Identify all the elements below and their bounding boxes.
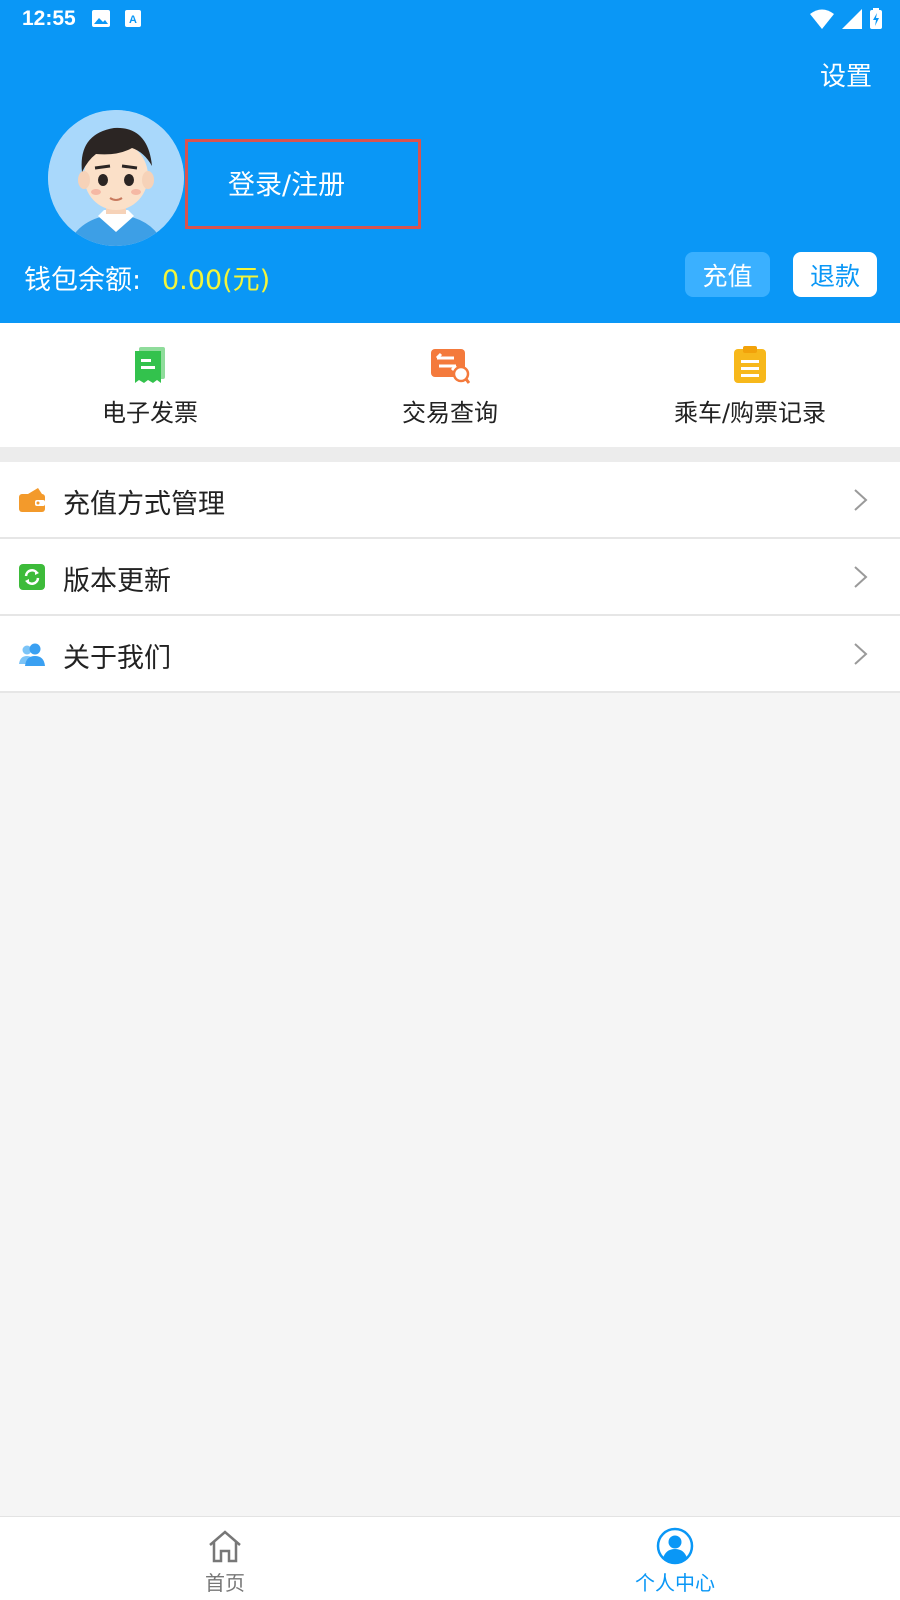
quick-action-ride-records[interactable]: 乘车/购票记录: [600, 323, 900, 447]
menu-item-label: 充值方式管理: [63, 489, 225, 520]
refresh-icon: [18, 563, 46, 591]
signal-icon: [842, 8, 862, 33]
bottom-navigation: 首页 个人中心: [0, 1516, 900, 1600]
user-profile-icon: [656, 1527, 694, 1565]
avatar[interactable]: [48, 110, 184, 246]
wallet-balance-value: 0.00(元): [162, 265, 271, 296]
clipboard-icon: [730, 345, 770, 385]
quick-action-label: 乘车/购票记录: [673, 399, 827, 427]
settings-menu: 充值方式管理 版本更新 关于我们: [0, 462, 900, 693]
chevron-right-icon: [850, 488, 870, 512]
image-icon: [92, 10, 110, 27]
battery-icon: [870, 8, 882, 33]
menu-item-version-update[interactable]: 版本更新: [0, 539, 900, 616]
chevron-right-icon: [850, 565, 870, 589]
chevron-right-icon: [850, 642, 870, 666]
nav-tab-profile[interactable]: 个人中心: [450, 1517, 900, 1600]
menu-item-about-us[interactable]: 关于我们: [0, 616, 900, 693]
login-register-button[interactable]: 登录/注册: [185, 139, 421, 229]
login-register-label: 登录/注册: [228, 170, 346, 201]
menu-item-label: 版本更新: [63, 566, 171, 597]
wifi-icon: [810, 9, 834, 33]
receipt-icon: [130, 345, 170, 385]
quick-action-label: 电子发票: [102, 399, 198, 427]
nav-tab-label: 首页: [205, 1571, 245, 1595]
home-icon: [206, 1527, 244, 1565]
menu-item-label: 关于我们: [63, 643, 171, 674]
refund-button[interactable]: 退款: [793, 252, 877, 297]
nav-tab-label: 个人中心: [635, 1571, 715, 1595]
nav-tab-home[interactable]: 首页: [0, 1517, 450, 1600]
wallet-icon: [18, 486, 46, 514]
profile-header: 12:55 A 设置 登录/注册 钱包余额: 0.00(元) 充值 退款: [0, 0, 900, 323]
recharge-button[interactable]: 充值: [685, 252, 770, 297]
status-time: 12:55: [22, 7, 76, 30]
quick-action-transaction-query[interactable]: 交易查询: [300, 323, 600, 447]
section-divider: [0, 447, 900, 462]
status-bar: 12:55 A: [0, 0, 900, 38]
menu-item-recharge-methods[interactable]: 充值方式管理: [0, 462, 900, 539]
wallet-balance-label: 钱包余额:: [24, 265, 142, 296]
transaction-search-icon: [430, 345, 471, 385]
quick-action-label: 交易查询: [402, 399, 498, 427]
font-icon: A: [125, 10, 143, 27]
users-icon: [18, 640, 46, 668]
settings-link[interactable]: 设置: [820, 56, 872, 93]
quick-actions: 电子发票 交易查询 乘车/购票记录: [0, 323, 900, 447]
quick-action-e-invoice[interactable]: 电子发票: [0, 323, 300, 447]
svg-text:A: A: [129, 14, 137, 26]
